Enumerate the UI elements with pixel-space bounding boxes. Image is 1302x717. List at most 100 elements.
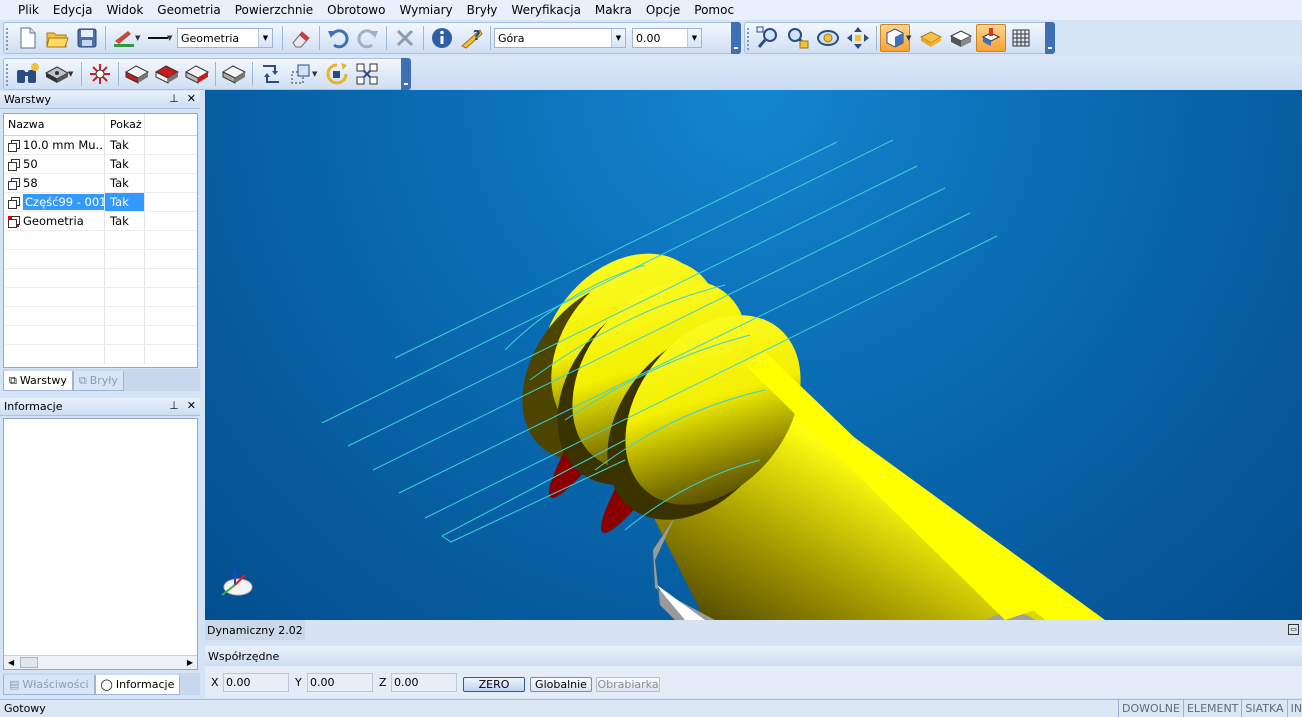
tab-info[interactable]: ◯ Informacje [94, 675, 181, 695]
chevron-down-icon[interactable]: ▼ [906, 34, 914, 42]
machine-button[interactable]: Obrabiarka [596, 677, 660, 692]
zoom-fit-button[interactable] [783, 24, 813, 52]
x-input[interactable]: 0.00 [223, 672, 289, 692]
chevron-down-icon[interactable]: ▼ [135, 34, 143, 42]
zero-button[interactable]: ZERO [463, 677, 525, 692]
pan-button[interactable] [843, 24, 873, 52]
level-combo[interactable]: Geometria ▼ [177, 28, 273, 48]
part-render [221, 139, 1105, 620]
menu-widok[interactable]: Widok [99, 0, 150, 20]
layer-show[interactable]: Tak [105, 136, 145, 154]
chevron-down-icon[interactable]: ▼ [167, 34, 175, 42]
menu-edycja[interactable]: Edycja [46, 0, 100, 20]
menu-pomoc[interactable]: Pomoc [687, 0, 741, 20]
close-icon[interactable]: ✕ [187, 399, 196, 412]
grid-button[interactable] [1006, 24, 1036, 52]
table-row-selected[interactable]: Część99 - 001 Tak [4, 193, 197, 212]
coordinates-panel: X 0.00 Y 0.00 Z 0.00 ZERO Globalnie Obra… [205, 666, 1302, 698]
depth-combo[interactable]: 0.00 ▼ [632, 28, 702, 48]
chevron-down-icon[interactable]: ▼ [312, 70, 320, 78]
layer-show[interactable]: Tak [105, 193, 145, 211]
tab-solids[interactable]: ⧉ Bryły [72, 371, 124, 391]
stock-view-button[interactable] [946, 24, 976, 52]
minimize-panel-icon[interactable]: ▭ [1288, 624, 1299, 635]
chevron-down-icon[interactable]: ▼ [68, 70, 76, 78]
toolpath-view-button[interactable] [976, 24, 1006, 52]
toolbar-separator [386, 26, 387, 50]
coordinates-header: Współrzędne [205, 646, 1302, 666]
save-button[interactable] [72, 24, 102, 52]
toolbar-grip[interactable] [747, 28, 750, 50]
scroll-right-icon[interactable]: ▶ [187, 658, 193, 667]
table-row[interactable]: 50 Tak [4, 155, 197, 174]
info-panel-header: Informacje ⊥ ✕ [0, 398, 200, 416]
global-button[interactable]: Globalnie [530, 677, 592, 692]
toolbar-options-icon[interactable] [731, 22, 741, 54]
menu-plik[interactable]: Plik [10, 0, 46, 20]
toolbar-grip[interactable] [6, 28, 9, 50]
solid-red-icon [184, 65, 210, 84]
layer-show[interactable]: Tak [105, 174, 145, 192]
chevron-down-icon[interactable]: ▼ [611, 29, 625, 47]
color-brush-icon [114, 31, 134, 47]
solid-op2-button[interactable] [152, 60, 182, 88]
depth-combo-value: 0.00 [636, 31, 661, 45]
undo-button[interactable] [323, 24, 353, 52]
menu-makra[interactable]: Makra [588, 0, 639, 20]
toolbar-options-icon[interactable] [401, 58, 411, 90]
status-indicator: INS [1286, 700, 1302, 717]
status-indicators: DOWOLNE ELEMENT SIATKA INS [1118, 700, 1302, 717]
menu-opcje[interactable]: Opcje [639, 0, 687, 20]
close-icon[interactable]: ✕ [187, 92, 196, 105]
view-combo[interactable]: Góra ▼ [494, 28, 626, 48]
empty-row [4, 231, 197, 250]
layer-name: Część99 - 001 [23, 194, 104, 210]
toolbar-options-icon[interactable] [1045, 22, 1055, 54]
redo-button[interactable] [353, 24, 383, 52]
pin-icon[interactable]: ⊥ [169, 399, 179, 412]
scroll-left-icon[interactable]: ◀ [8, 658, 14, 667]
z-input[interactable]: 0.00 [391, 672, 457, 692]
measure-button[interactable]: ? [457, 24, 487, 52]
regenerate-button[interactable] [322, 60, 352, 88]
eraser-button[interactable] [286, 24, 316, 52]
column-name-header[interactable]: Nazwa [4, 114, 105, 135]
wireframe-view-button[interactable] [916, 24, 946, 52]
solid-op4-button[interactable] [219, 60, 249, 88]
zoom-window-button[interactable] [753, 24, 783, 52]
tab-properties[interactable]: ▤ Właściwości [3, 675, 95, 695]
chevron-down-icon[interactable]: ▼ [258, 29, 272, 47]
explode-button[interactable] [352, 60, 382, 88]
layer-show[interactable]: Tak [105, 212, 145, 230]
transform-button[interactable] [256, 60, 286, 88]
table-row[interactable]: 10.0 mm Mu... Tak [4, 136, 197, 155]
toolpath-manager-button[interactable] [12, 60, 42, 88]
toolbar-grip[interactable] [6, 64, 9, 86]
solid-op1-button[interactable] [122, 60, 152, 88]
graphics-viewport[interactable] [205, 90, 1302, 620]
chevron-down-icon[interactable]: ▼ [687, 29, 701, 47]
new-file-button[interactable] [12, 24, 42, 52]
menu-obrotowo[interactable]: Obrotowo [320, 0, 392, 20]
delete-button[interactable] [390, 24, 420, 52]
horizontal-scrollbar[interactable]: ◀ ▶ [4, 655, 197, 669]
toolbar-separator [105, 26, 106, 50]
menu-bryly[interactable]: Bryły [460, 0, 505, 20]
verify-button[interactable] [85, 60, 115, 88]
menu-powierzchnie[interactable]: Powierzchnie [228, 0, 320, 20]
rotate-view-button[interactable] [813, 24, 843, 52]
menu-weryfikacja[interactable]: Weryfikacja [504, 0, 588, 20]
open-file-button[interactable] [42, 24, 72, 52]
column-show-header[interactable]: Pokaż [105, 114, 145, 135]
layer-show[interactable]: Tak [105, 155, 145, 173]
scroll-thumb[interactable] [20, 657, 38, 668]
analyze-button[interactable] [427, 24, 457, 52]
y-input[interactable]: 0.00 [307, 672, 373, 692]
pin-icon[interactable]: ⊥ [169, 92, 179, 105]
solid-op3-button[interactable] [182, 60, 212, 88]
table-row[interactable]: Geometria Tak [4, 212, 197, 231]
table-row[interactable]: 58 Tak [4, 174, 197, 193]
menu-wymiary[interactable]: Wymiary [392, 0, 459, 20]
tab-layers[interactable]: ⧉ Warstwy [3, 371, 73, 391]
menu-geometria[interactable]: Geometria [150, 0, 227, 20]
